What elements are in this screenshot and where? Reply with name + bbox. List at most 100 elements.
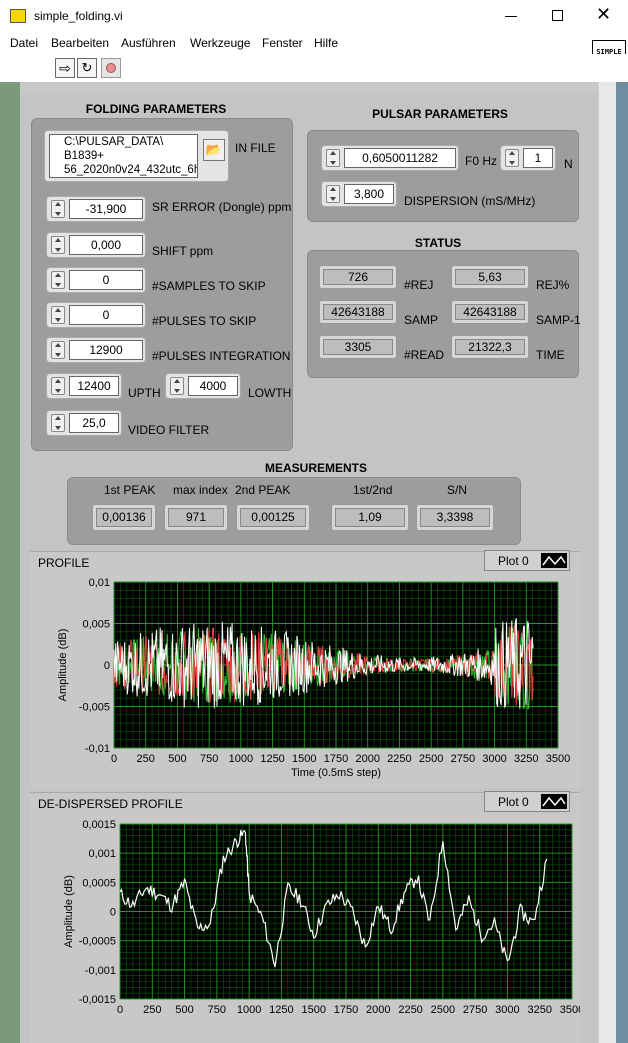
close-button[interactable]: ✕ bbox=[596, 4, 611, 25]
panel-left-edge bbox=[0, 82, 20, 1043]
menu-ausfuehren[interactable]: Ausführen bbox=[121, 36, 176, 50]
dispersion-input[interactable]: 3,800 bbox=[344, 184, 394, 204]
in-file-path[interactable]: C:\PULSAR_DATA\ B1839+ 56_2020n0v24_432u… bbox=[49, 134, 198, 178]
x-tick-label: 2500 bbox=[431, 1004, 455, 1016]
samples-skip-label: #SAMPLES TO SKIP bbox=[152, 279, 266, 293]
menu-hilfe[interactable]: Hilfe bbox=[314, 36, 338, 50]
dispersion-spinner[interactable] bbox=[326, 185, 340, 203]
run-arrow-icon[interactable]: ⇨ bbox=[55, 58, 75, 78]
dispersion-control[interactable]: 3,800 bbox=[321, 181, 397, 207]
in-file-label: IN FILE bbox=[235, 141, 276, 155]
y-tick-label: -0,01 bbox=[85, 743, 110, 755]
x-tick-label: 2000 bbox=[355, 753, 379, 765]
pulses-skip-input[interactable]: 0 bbox=[69, 305, 143, 325]
read-value: 3305 bbox=[323, 339, 393, 355]
time-label: TIME bbox=[536, 348, 565, 362]
rejp-indicator: 5,63 bbox=[451, 265, 529, 289]
video-filter-spinner[interactable] bbox=[51, 414, 65, 432]
x-tick-label: 3000 bbox=[482, 753, 506, 765]
x-axis-label: Time (0.5mS step) bbox=[291, 767, 381, 779]
n-control[interactable]: 1 bbox=[500, 145, 556, 171]
x-tick-label: 750 bbox=[200, 753, 218, 765]
menu-bearbeiten[interactable]: Bearbeiten bbox=[51, 36, 109, 50]
max-index-indicator: 971 bbox=[164, 504, 228, 531]
y-tick-label: 0 bbox=[104, 660, 110, 672]
peak2-indicator: 0,00125 bbox=[236, 504, 310, 531]
scrollbar[interactable] bbox=[598, 82, 616, 1043]
x-tick-label: 1750 bbox=[334, 1004, 358, 1016]
upth-input[interactable]: 12400 bbox=[69, 376, 119, 396]
minimize-button[interactable] bbox=[505, 16, 517, 17]
samples-skip-input[interactable]: 0 bbox=[69, 270, 143, 290]
x-tick-label: 500 bbox=[175, 1004, 193, 1016]
dedispersed-legend-swatch-icon bbox=[541, 794, 567, 809]
x-tick-label: 1000 bbox=[237, 1004, 261, 1016]
y-tick-label: -0,0015 bbox=[79, 994, 116, 1006]
labview-icon bbox=[10, 9, 26, 23]
n-spinner[interactable] bbox=[505, 149, 519, 167]
n-input[interactable]: 1 bbox=[523, 148, 553, 168]
profile-title: PROFILE bbox=[38, 556, 90, 570]
menu-datei[interactable]: Datei bbox=[10, 36, 38, 50]
lowth-control[interactable]: 4000 bbox=[165, 373, 241, 399]
time-indicator: 21322,3 bbox=[451, 335, 529, 359]
f0-label: F0 Hz bbox=[465, 154, 498, 168]
pulses-skip-control[interactable]: 0 bbox=[46, 302, 146, 328]
x-tick-label: 2250 bbox=[398, 1004, 422, 1016]
menu-werkzeuge[interactable]: Werkzeuge bbox=[190, 36, 250, 50]
samples-skip-control[interactable]: 0 bbox=[46, 267, 146, 293]
shift-control[interactable]: 0,000 bbox=[46, 232, 146, 258]
upth-spinner[interactable] bbox=[51, 377, 65, 395]
sr-error-spinner[interactable] bbox=[51, 200, 65, 218]
upth-control[interactable]: 12400 bbox=[46, 373, 122, 399]
x-tick-label: 3500 bbox=[546, 753, 570, 765]
y-tick-label: -0,005 bbox=[79, 702, 110, 714]
maximize-button[interactable] bbox=[552, 10, 563, 21]
samp-indicator: 42643188 bbox=[319, 300, 397, 324]
pulses-integration-spinner[interactable] bbox=[51, 341, 65, 359]
peak1-indicator: 0,00136 bbox=[92, 504, 156, 531]
y-axis-label: Amplitude (dB) bbox=[63, 875, 75, 948]
run-continuously-icon[interactable]: ↻ bbox=[77, 58, 97, 78]
x-tick-label: 3500 bbox=[560, 1004, 580, 1016]
ratio-label: 1st/2nd bbox=[353, 483, 393, 497]
profile-legend[interactable]: Plot 0 bbox=[484, 550, 570, 571]
rej-indicator: 726 bbox=[319, 265, 397, 289]
video-filter-control[interactable]: 25,0 bbox=[46, 410, 122, 436]
x-tick-label: 1250 bbox=[269, 1004, 293, 1016]
menu-fenster[interactable]: Fenster bbox=[262, 36, 303, 50]
x-tick-label: 2250 bbox=[387, 753, 411, 765]
browse-folder-icon[interactable]: 📂 bbox=[203, 139, 225, 161]
peak1-label: 1st PEAK bbox=[104, 483, 156, 497]
pulses-skip-spinner[interactable] bbox=[51, 306, 65, 324]
profile-legend-label: Plot 0 bbox=[498, 554, 529, 568]
dedispersed-chart: 0 250 500 750 1000 1250 1500 1750 2000 2250 2500 27… bbox=[63, 819, 580, 1016]
pulses-integration-input[interactable]: 12900 bbox=[69, 340, 143, 360]
video-filter-input[interactable]: 25,0 bbox=[69, 413, 119, 433]
x-tick-label: 0 bbox=[111, 753, 117, 765]
f0-spinner[interactable] bbox=[326, 149, 340, 167]
shift-input[interactable]: 0,000 bbox=[69, 235, 143, 255]
read-label: #READ bbox=[404, 348, 445, 362]
shift-label: SHIFT ppm bbox=[152, 244, 214, 258]
in-file-control[interactable]: C:\PULSAR_DATA\ B1839+ 56_2020n0v24_432u… bbox=[44, 130, 229, 182]
lowth-input[interactable]: 4000 bbox=[188, 376, 238, 396]
lowth-label: LOWTH bbox=[248, 386, 292, 400]
pulses-integration-control[interactable]: 12900 bbox=[46, 337, 146, 363]
lowth-spinner[interactable] bbox=[170, 377, 184, 395]
peak2-value: 0,00125 bbox=[240, 508, 306, 527]
abort-icon[interactable] bbox=[101, 58, 121, 78]
sr-error-input[interactable]: -31,900 bbox=[69, 199, 143, 219]
f0-input[interactable]: 0,6050011282 bbox=[344, 148, 456, 168]
measurements-title: MEASUREMENTS bbox=[264, 461, 367, 475]
max-index-value: 971 bbox=[168, 508, 224, 527]
shift-spinner[interactable] bbox=[51, 236, 65, 254]
x-tick-label: 750 bbox=[208, 1004, 226, 1016]
sr-error-control[interactable]: -31,900 bbox=[46, 196, 146, 222]
ratio-value: 1,09 bbox=[335, 508, 405, 527]
dedispersed-legend[interactable]: Plot 0 bbox=[484, 791, 570, 812]
samp1-value: 42643188 bbox=[455, 304, 525, 320]
f0-control[interactable]: 0,6050011282 bbox=[321, 145, 459, 171]
samp-value: 42643188 bbox=[323, 304, 393, 320]
samples-skip-spinner[interactable] bbox=[51, 271, 65, 289]
